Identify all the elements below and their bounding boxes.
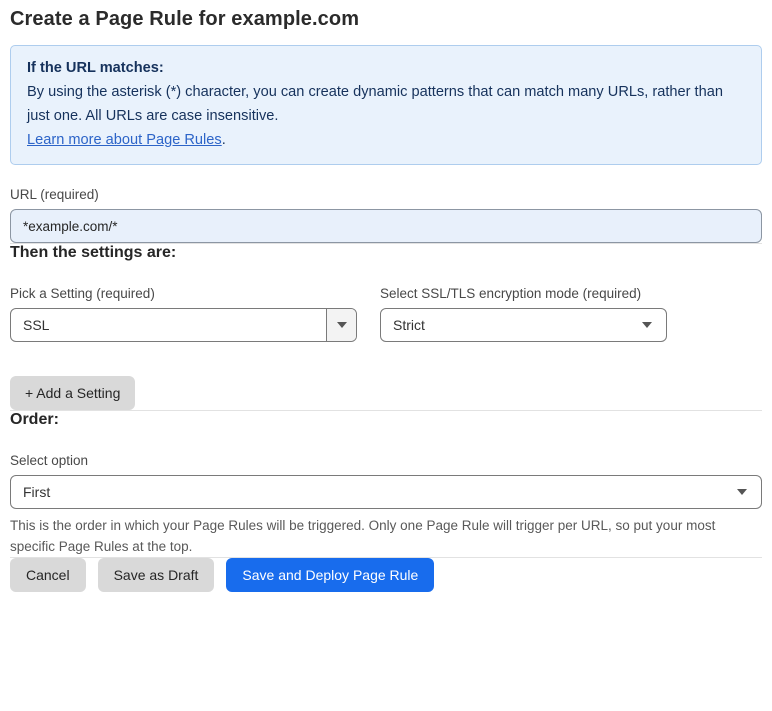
caret-down-icon [642,322,652,328]
order-select[interactable]: First [10,475,762,509]
ssl-mode-column: Select SSL/TLS encryption mode (required… [380,286,667,342]
order-help-text: This is the order in which your Page Rul… [10,518,716,554]
order-select-label: Select option [10,453,89,468]
caret-down-icon [336,322,347,328]
info-box-body: By using the asterisk (*) character, you… [27,84,723,124]
settings-section-heading: Then the settings are: [10,244,177,261]
cancel-button[interactable]: Cancel [10,558,86,592]
ssl-mode-value: Strict [393,317,425,333]
pick-setting-column: Pick a Setting (required) SSL [10,286,357,342]
pick-setting-caret-button[interactable] [326,309,356,341]
save-draft-button[interactable]: Save as Draft [97,558,215,592]
save-deploy-button[interactable]: Save and Deploy Page Rule [226,558,435,592]
learn-more-link[interactable]: Learn more about Page Rules [27,132,222,148]
footer-actions: Cancel Save as Draft Save and Deploy Pag… [10,558,762,592]
order-section-heading: Order: [10,411,59,428]
caret-down-icon [737,489,747,495]
create-page-rule-panel: Create a Page Rule for example.com If th… [0,0,772,592]
pick-setting-select[interactable]: SSL [10,308,357,342]
order-select-value: First [23,484,51,500]
add-setting-button[interactable]: + Add a Setting [10,376,136,410]
ssl-mode-select[interactable]: Strict [380,308,667,342]
info-box-link-line: Learn more about Page Rules. [27,128,745,152]
url-match-info-box: If the URL matches: By using the asteris… [10,45,762,165]
pick-setting-label: Pick a Setting (required) [10,286,155,301]
ssl-mode-label: Select SSL/TLS encryption mode (required… [380,286,642,301]
url-field-label: URL (required) [10,187,99,202]
url-input[interactable] [10,209,762,243]
page-title: Create a Page Rule for example.com [10,8,360,30]
settings-row: Pick a Setting (required) SSL Select SSL… [10,286,762,342]
link-suffix: . [221,132,226,148]
pick-setting-value: SSL [23,317,50,333]
info-box-heading: If the URL matches: [27,60,164,76]
